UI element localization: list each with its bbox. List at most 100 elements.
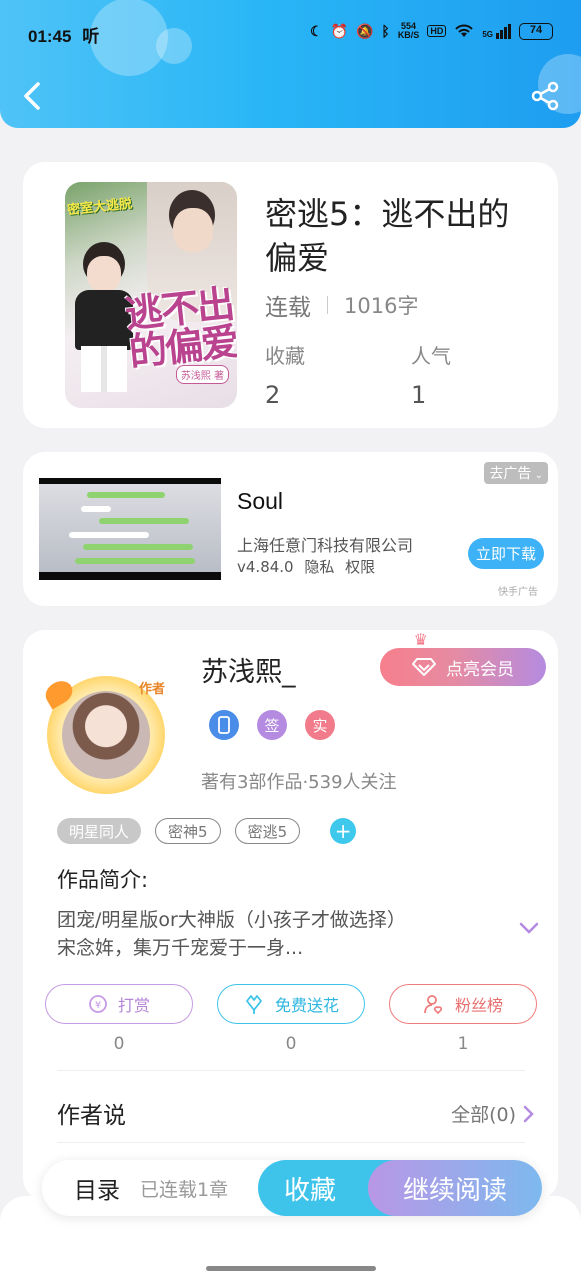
carrier-glyph: 听 <box>82 27 100 46</box>
ad-privacy-link[interactable]: 隐私 <box>304 558 334 576</box>
sign-icon: 签 <box>257 710 287 740</box>
tag-item[interactable]: 密逃5 <box>234 818 301 844</box>
bluetooth-icon: ᛒ <box>381 23 390 39</box>
chat-bubble <box>81 506 111 512</box>
author-says-all-link[interactable]: 全部(0) <box>451 1100 534 1127</box>
tag-item[interactable]: 密神5 <box>155 818 221 844</box>
ad-screen <box>39 484 221 572</box>
tag-item[interactable]: 明星同人 <box>57 818 142 844</box>
mute-icon: 🔕 <box>355 22 374 39</box>
flower-label: 免费送花 <box>274 996 339 1015</box>
ad-permissions-link[interactable]: 权限 <box>345 558 375 576</box>
remove-ad-button[interactable]: 去广告 ⌄ <box>484 462 548 484</box>
intro-line: 团宠/明星版or大神版（小孩子才做选择） <box>57 909 406 931</box>
tip-button[interactable]: ¥ 打赏 <box>45 984 193 1024</box>
header-bar: 01:45 听 ☾ ⏰ 🔕 ᛒ 554 KB/S HD 5G 74 <box>0 0 581 128</box>
ad-card[interactable]: Soul 上海任意门科技有限公司 v4.84.0 隐私 权限 去广告 ⌄ 立即下… <box>23 452 558 606</box>
cover-figure-face <box>87 256 121 292</box>
chat-bubble <box>99 518 189 524</box>
cover-figure-legs <box>81 346 127 392</box>
status-bar: 01:45 听 ☾ ⏰ 🔕 ᛒ 554 KB/S HD 5G 74 <box>0 0 581 66</box>
tip-label: 打赏 <box>117 996 150 1015</box>
author-badges: 签 实 <box>209 710 335 740</box>
ad-video-thumbnail[interactable] <box>39 478 221 580</box>
ad-download-button[interactable]: 立即下载 <box>467 538 544 569</box>
flower-action: 免费送花 0 <box>217 984 365 1054</box>
wifi-icon <box>455 24 474 37</box>
share-icon <box>531 81 559 111</box>
toc-button[interactable]: 目录 已连载1章 <box>74 1160 228 1216</box>
net-speed: 554 KB/S <box>398 22 420 40</box>
book-status: 连载 <box>265 295 311 321</box>
word-count: 1016字 <box>344 294 419 318</box>
expand-chevron-icon[interactable] <box>518 920 540 934</box>
signal-bar <box>508 23 511 39</box>
crown-icon: ♛ <box>413 630 428 649</box>
stat-favorites: 收藏 2 <box>265 340 305 409</box>
back-arrow-icon <box>24 82 40 110</box>
intro-text[interactable]: 团宠/明星版or大神版（小孩子才做选择） 宋念姩，集万千宠爱于一身... <box>57 906 477 962</box>
author-tag: 作者 <box>138 682 165 697</box>
verified-icon: 实 <box>305 710 335 740</box>
fans-label: 粉丝榜 <box>454 996 503 1015</box>
vip-button[interactable]: 点亮会员 <box>380 648 546 686</box>
signal-bar <box>496 32 499 39</box>
status-time: 01:45 听 <box>28 22 99 47</box>
fans-count: 1 <box>457 1034 469 1054</box>
fans-action: 粉丝榜 1 <box>389 984 537 1054</box>
add-tag-button[interactable]: + <box>330 818 357 844</box>
tip-count: 0 <box>113 1034 125 1054</box>
author-stats: 著有3部作品·539人关注 <box>201 772 397 793</box>
cover-top-text: 密室大逃脱 <box>66 196 133 219</box>
chat-bubble <box>87 492 165 498</box>
svg-text:¥: ¥ <box>95 1000 101 1011</box>
back-button[interactable] <box>18 78 50 114</box>
bottom-action-bar: 目录 已连载1章 收藏 继续阅读 <box>42 1160 542 1216</box>
diamond-icon <box>412 658 436 676</box>
share-button[interactable] <box>529 80 561 112</box>
action-row: ¥ 打赏 0 免费送花 0 粉丝榜 1 <box>45 984 537 1054</box>
ad-version: v4.84.0 <box>237 558 294 576</box>
flower-icon <box>246 995 262 1014</box>
user-heart-icon <box>424 995 442 1015</box>
home-indicator[interactable] <box>206 1266 376 1271</box>
ad-source-label: 快手广告 <box>498 587 538 598</box>
battery-indicator: 74 <box>519 22 553 40</box>
ad-info: v4.84.0 隐私 权限 <box>237 556 375 577</box>
phone-icon <box>209 710 239 740</box>
author-says-title: 作者说 <box>57 1103 126 1129</box>
ad-app-name[interactable]: Soul <box>237 488 283 515</box>
book-title: 密逃5：逃不出的偏爱 <box>265 195 510 277</box>
divider <box>57 1142 525 1143</box>
book-info-card: 密室大逃脱 逃不出的偏爱 苏浅熙 著 密逃5：逃不出的偏爱 连载 1016字 收… <box>23 162 558 428</box>
hd-badge: HD <box>427 25 447 37</box>
alarm-icon: ⏰ <box>330 22 348 39</box>
intro-line: 宋念姩，集万千宠爱于一身... <box>57 937 304 959</box>
chat-bubble <box>75 558 195 564</box>
send-flower-button[interactable]: 免费送花 <box>217 984 365 1024</box>
signal-bar <box>500 29 503 39</box>
signal-label: 5G <box>482 29 493 39</box>
status-icons: ☾ ⏰ 🔕 ᛒ 554 KB/S HD 5G 74 <box>310 22 553 40</box>
continue-reading-button[interactable]: 继续阅读 <box>368 1160 542 1216</box>
badge-label: 实 <box>312 716 328 735</box>
tag-list: 明星同人 密神5 密逃5 + <box>57 818 357 844</box>
avatar-image <box>62 691 150 779</box>
book-cover[interactable]: 密室大逃脱 逃不出的偏爱 苏浅熙 著 <box>65 182 237 408</box>
ad-company: 上海任意门科技有限公司 <box>237 536 414 555</box>
author-name[interactable]: 苏浅熙_ <box>201 650 296 689</box>
fans-ranking-button[interactable]: 粉丝榜 <box>389 984 537 1024</box>
chat-bubble <box>69 532 149 538</box>
meta-divider <box>327 296 328 314</box>
stat-value: 2 <box>265 381 281 409</box>
intro-label: 作品简介: <box>57 868 149 892</box>
author-avatar[interactable]: 作者 <box>41 676 165 794</box>
signal-bar <box>504 26 507 39</box>
stat-value: 1 <box>411 381 427 409</box>
tip-action: ¥ 打赏 0 <box>45 984 193 1054</box>
moon-icon: ☾ <box>309 22 323 39</box>
chevron-right-icon <box>523 1105 534 1122</box>
stat-label: 收藏 <box>265 344 305 368</box>
clock-text: 01:45 <box>28 27 72 46</box>
badge-label: 签 <box>264 716 280 735</box>
